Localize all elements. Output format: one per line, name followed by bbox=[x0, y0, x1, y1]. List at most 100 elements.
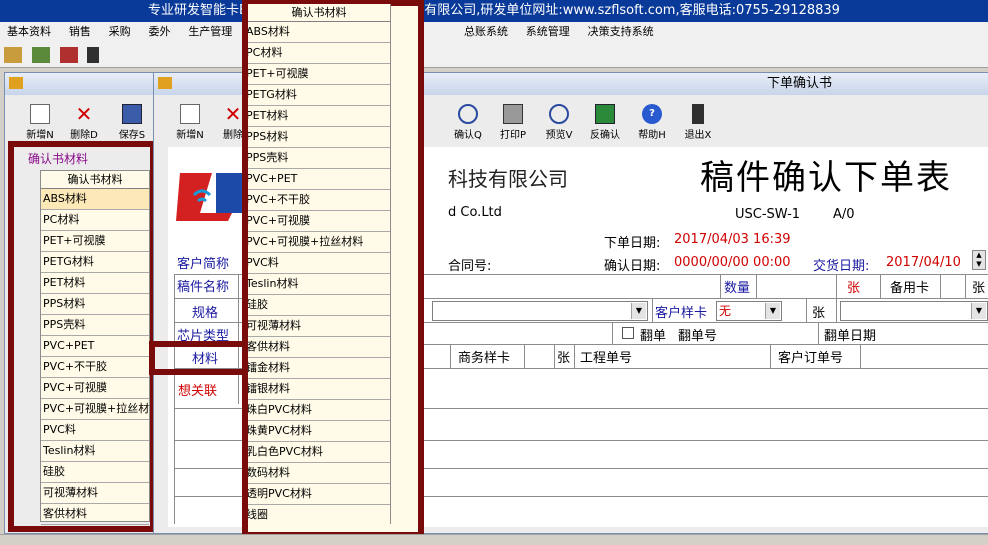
chevron-down-icon: ▼ bbox=[765, 303, 780, 319]
list-item[interactable]: PVC+不干胶 bbox=[248, 190, 390, 211]
list-item[interactable]: 珠白PVC材料 bbox=[248, 400, 390, 421]
help-icon: ? bbox=[642, 104, 662, 124]
exit-icon[interactable] bbox=[87, 47, 100, 63]
menu-decision[interactable]: 决策支持系统 bbox=[581, 22, 661, 42]
printer-icon bbox=[503, 104, 523, 124]
left-save-button[interactable]: 保存S bbox=[114, 104, 150, 141]
list-item[interactable]: PET+可视膜 bbox=[248, 64, 390, 85]
doc-version: A/0 bbox=[833, 207, 855, 222]
chevron-down-icon: ▼ bbox=[971, 303, 986, 319]
contract-label: 合同号: bbox=[448, 259, 492, 274]
list-item[interactable]: Teslin材料 bbox=[41, 441, 149, 462]
delete-x-icon: ✕ bbox=[75, 102, 93, 126]
sheet-label-3: 张 bbox=[812, 306, 826, 321]
customer-label: 客户简称 bbox=[177, 257, 230, 272]
list-item[interactable]: PVC+PET bbox=[41, 336, 149, 357]
menu-outsource[interactable]: 委外 bbox=[141, 22, 177, 42]
main-exit-button[interactable]: 退出X bbox=[680, 104, 716, 141]
list-item[interactable]: PPS壳料 bbox=[41, 315, 149, 336]
list-item[interactable]: 镭金材料 bbox=[248, 358, 390, 379]
module-icon[interactable] bbox=[4, 47, 22, 63]
spec-combo[interactable]: ▼ bbox=[432, 301, 648, 321]
menu-basic[interactable]: 基本资料 bbox=[0, 22, 58, 42]
confirm-date-value[interactable]: 0000/00/00 00:00 bbox=[674, 255, 791, 270]
doc-code: USC-SW-1 bbox=[735, 207, 801, 222]
list-item[interactable]: PPS材料 bbox=[41, 294, 149, 315]
list-item[interactable]: PETG材料 bbox=[248, 85, 390, 106]
list-item[interactable]: PC材料 bbox=[41, 210, 149, 231]
flip-checkbox[interactable] bbox=[622, 327, 634, 339]
list-item[interactable]: 镭银材料 bbox=[248, 379, 390, 400]
company-logo bbox=[172, 165, 244, 225]
list-item[interactable]: PETG材料 bbox=[41, 252, 149, 273]
main-new-button[interactable]: 新增N bbox=[172, 104, 208, 141]
list-item[interactable]: 可视薄材料 bbox=[41, 483, 149, 504]
list-item[interactable]: PVC+可视膜+拉丝材料 bbox=[248, 232, 390, 253]
list-item[interactable]: 硅胶 bbox=[41, 462, 149, 483]
main-preview-button[interactable]: 预览V bbox=[541, 104, 577, 141]
quick-icon-bar bbox=[0, 42, 988, 68]
order-date-value[interactable]: 2017/04/03 16:39 bbox=[674, 232, 791, 247]
list-item[interactable]: PET+可视膜 bbox=[41, 231, 149, 252]
left-material-list[interactable]: 确认书材料 ABS材料 PC材料 PET+可视膜 PETG材料 PET材料 PPS材料 PP… bbox=[40, 170, 150, 525]
customer-sample-combo[interactable]: 无 ▼ bbox=[716, 301, 782, 321]
main-print-button[interactable]: 打印P bbox=[495, 104, 531, 141]
main-help-button[interactable]: ? 帮助H bbox=[634, 104, 670, 141]
list-item[interactable]: PVC料 bbox=[248, 253, 390, 274]
save-disk-icon bbox=[122, 104, 142, 124]
delivery-date-value[interactable]: 2017/04/10 bbox=[886, 255, 961, 270]
list-item[interactable]: 乳白色PVC材料 bbox=[248, 442, 390, 463]
list-item[interactable]: 客供材料 bbox=[248, 337, 390, 358]
list-item[interactable]: PET材料 bbox=[41, 273, 149, 294]
grid-line bbox=[860, 344, 861, 368]
list-item[interactable]: PVC+可视膜+拉丝材料 bbox=[41, 399, 149, 420]
list-item[interactable]: PVC+不干胶 bbox=[41, 357, 149, 378]
sheet-label: 张 bbox=[847, 281, 861, 296]
menu-bar: 基本资料 销售 采购 委外 生产管理 总账系统 系统管理 决策支持系统 bbox=[0, 22, 988, 42]
new-doc-icon bbox=[180, 104, 200, 124]
list-item[interactable]: Teslin材料 bbox=[248, 274, 390, 295]
list-item[interactable]: PPS壳料 bbox=[248, 148, 390, 169]
grid-line bbox=[612, 322, 613, 344]
list-item[interactable]: PC材料 bbox=[248, 43, 390, 64]
exit-door-icon bbox=[692, 104, 704, 124]
menu-ledger[interactable]: 总账系统 bbox=[457, 22, 515, 42]
list-item[interactable]: 硅胶 bbox=[248, 295, 390, 316]
left-delete-button[interactable]: ✕ 删除D bbox=[66, 104, 102, 141]
list-item[interactable]: 透明PVC材料 bbox=[248, 484, 390, 505]
grid-line bbox=[174, 274, 175, 524]
left-new-button[interactable]: 新增N bbox=[22, 104, 58, 141]
main-unconfirm-button[interactable]: 反确认 bbox=[587, 104, 623, 141]
list-item[interactable]: 客供材料 bbox=[41, 504, 149, 525]
list-item[interactable]: 可视薄材料 bbox=[248, 316, 390, 337]
list-item[interactable]: ABS材料 bbox=[248, 22, 390, 43]
list-item[interactable]: PVC料 bbox=[41, 420, 149, 441]
list-item[interactable]: ABS材料 bbox=[41, 189, 149, 210]
list-item[interactable]: PVC+可视膜 bbox=[41, 378, 149, 399]
sheet-combo[interactable]: ▼ bbox=[840, 301, 988, 321]
biz-sample-label: 商务样卡 bbox=[458, 351, 511, 366]
menu-production[interactable]: 生产管理 bbox=[181, 22, 239, 42]
gear-icon[interactable] bbox=[59, 47, 78, 63]
date-spinner[interactable]: ▲ ▼ bbox=[972, 250, 986, 270]
list-item[interactable]: PVC+PET bbox=[248, 169, 390, 190]
app-logo-icon bbox=[9, 77, 23, 89]
menu-sales[interactable]: 销售 bbox=[62, 22, 98, 42]
list-item[interactable]: PET材料 bbox=[248, 106, 390, 127]
list-item[interactable]: 线圈 bbox=[248, 505, 390, 524]
customer-sample-label: 客户样卡 bbox=[655, 306, 708, 321]
main-confirm-button[interactable]: 确认Q bbox=[450, 104, 486, 141]
list-item[interactable]: 珠黄PVC材料 bbox=[248, 421, 390, 442]
material-highlight-box bbox=[149, 341, 249, 375]
list-item[interactable]: 数码材料 bbox=[248, 463, 390, 484]
app-logo-icon bbox=[158, 77, 172, 89]
menu-purchase[interactable]: 采购 bbox=[102, 22, 138, 42]
magnifier-icon bbox=[458, 104, 478, 124]
grid-line bbox=[554, 344, 555, 368]
material-dropdown-list[interactable]: 确认书材料 ABS材料 PC材料 PET+可视膜 PETG材料 PET材料 PPS材料 PP… bbox=[248, 4, 391, 524]
user-icon[interactable] bbox=[31, 47, 50, 63]
list-item[interactable]: PPS材料 bbox=[248, 127, 390, 148]
list-item[interactable]: PVC+可视膜 bbox=[248, 211, 390, 232]
menu-system[interactable]: 系统管理 bbox=[519, 22, 577, 42]
form-title: 稿件确认下单表 bbox=[700, 158, 952, 198]
